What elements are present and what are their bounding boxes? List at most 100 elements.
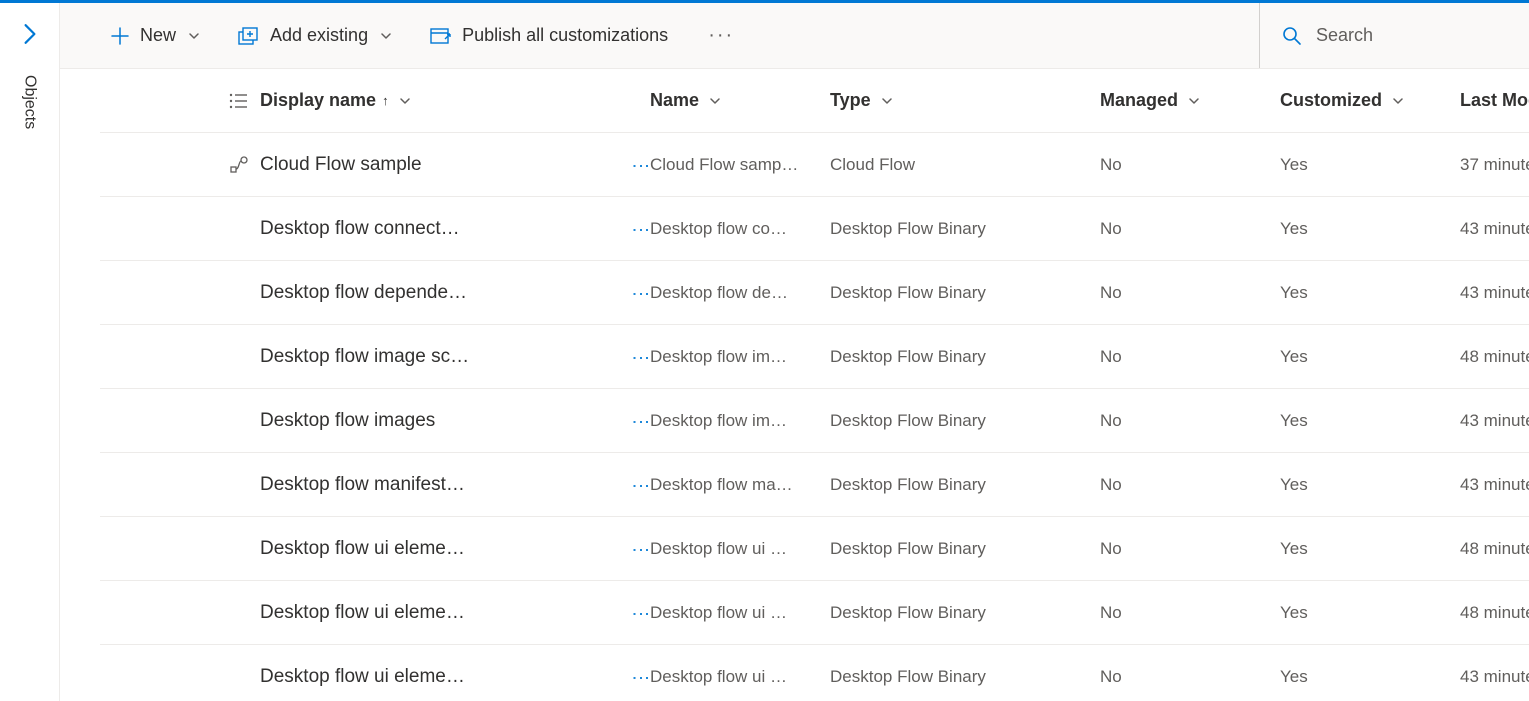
- more-vertical-icon: ⋮: [631, 605, 651, 621]
- row-type: Desktop Flow Binary: [830, 347, 1100, 367]
- more-vertical-icon: ⋮: [631, 477, 651, 493]
- row-customized: Yes: [1280, 347, 1460, 367]
- row-display-name[interactable]: Desktop flow ui eleme…: [260, 538, 590, 560]
- row-name: Cloud Flow samp…: [650, 155, 830, 175]
- sort-ascending-icon: ↑: [382, 93, 389, 108]
- column-label: Name: [650, 90, 699, 111]
- table-row[interactable]: Desktop flow manifest…⋮Desktop flow ma…D…: [100, 453, 1529, 517]
- row-actions-button[interactable]: ⋮: [590, 221, 650, 237]
- new-button[interactable]: New: [100, 17, 210, 54]
- overflow-menu-button[interactable]: ···: [696, 16, 746, 55]
- row-managed: No: [1100, 475, 1280, 495]
- column-header-type[interactable]: Type: [830, 90, 1100, 111]
- expand-sidebar-button[interactable]: [10, 11, 50, 57]
- row-customized: Yes: [1280, 411, 1460, 431]
- column-header-display-name[interactable]: Display name ↑: [260, 90, 590, 111]
- table-row[interactable]: Desktop flow depende…⋮Desktop flow de…De…: [100, 261, 1529, 325]
- add-existing-icon: [238, 26, 260, 46]
- table-row[interactable]: Desktop flow ui eleme…⋮Desktop flow ui ……: [100, 517, 1529, 581]
- row-name: Desktop flow im…: [650, 411, 830, 431]
- row-display-name[interactable]: Desktop flow ui eleme…: [260, 666, 590, 688]
- row-type: Cloud Flow: [830, 155, 1100, 175]
- row-last-modified: 43 minute: [1460, 667, 1529, 687]
- row-managed: No: [1100, 219, 1280, 239]
- row-last-modified: 43 minute: [1460, 475, 1529, 495]
- row-last-modified: 43 minute: [1460, 219, 1529, 239]
- sidebar: Objects: [0, 3, 60, 701]
- table-row[interactable]: Desktop flow ui eleme… ⋮Desktop flow ui ……: [100, 581, 1529, 645]
- row-actions-button[interactable]: ⋮: [590, 669, 650, 685]
- row-managed: No: [1100, 667, 1280, 687]
- add-existing-button[interactable]: Add existing: [228, 17, 402, 54]
- row-last-modified: 48 minute: [1460, 539, 1529, 559]
- row-display-name[interactable]: Desktop flow manifest…: [260, 474, 590, 496]
- row-name: Desktop flow de…: [650, 283, 830, 303]
- row-display-name[interactable]: Desktop flow depende…: [260, 282, 590, 304]
- row-actions-button[interactable]: ⋮: [590, 413, 650, 429]
- row-display-name[interactable]: Desktop flow image sc…: [260, 346, 590, 368]
- row-managed: No: [1100, 603, 1280, 623]
- row-customized: Yes: [1280, 539, 1460, 559]
- column-header-last-modified[interactable]: Last Mod: [1460, 90, 1529, 111]
- row-actions-button[interactable]: ⋮: [590, 157, 650, 173]
- main-content: New Add existing: [60, 3, 1529, 701]
- column-label: Display name: [260, 90, 376, 111]
- search-icon: [1282, 26, 1302, 46]
- table-row[interactable]: Cloud Flow sample⋮Cloud Flow samp…Cloud …: [100, 133, 1529, 197]
- sidebar-label-objects[interactable]: Objects: [21, 75, 39, 129]
- add-existing-label: Add existing: [270, 25, 368, 46]
- column-header-customized[interactable]: Customized: [1280, 90, 1460, 111]
- row-customized: Yes: [1280, 667, 1460, 687]
- row-actions-button[interactable]: ⋮: [590, 605, 650, 621]
- search-input[interactable]: [1316, 25, 1496, 46]
- row-managed: No: [1100, 539, 1280, 559]
- row-actions-button[interactable]: ⋮: [590, 541, 650, 557]
- more-horizontal-icon: ···: [708, 24, 734, 46]
- table-header-row: Display name ↑ Name Type Managed: [100, 69, 1529, 133]
- chevron-right-icon: [22, 23, 38, 45]
- row-managed: No: [1100, 283, 1280, 303]
- publish-label: Publish all customizations: [462, 25, 668, 46]
- publish-customizations-button[interactable]: Publish all customizations: [420, 17, 678, 54]
- chevron-down-icon: [709, 95, 721, 107]
- table-row[interactable]: Desktop flow image sc…⋮Desktop flow im…D…: [100, 325, 1529, 389]
- list-view-icon[interactable]: [160, 92, 260, 110]
- row-actions-button[interactable]: ⋮: [590, 285, 650, 301]
- table-row[interactable]: Desktop flow ui eleme…⋮Desktop flow ui ……: [100, 645, 1529, 701]
- row-type: Desktop Flow Binary: [830, 411, 1100, 431]
- row-managed: No: [1100, 347, 1280, 367]
- new-button-label: New: [140, 25, 176, 46]
- row-type-icon: [160, 156, 260, 174]
- search-container: [1259, 3, 1509, 68]
- chevron-down-icon: [881, 95, 893, 107]
- row-customized: Yes: [1280, 603, 1460, 623]
- row-actions-button[interactable]: ⋮: [590, 349, 650, 365]
- row-display-name[interactable]: Desktop flow connect…: [260, 218, 590, 240]
- row-last-modified: 48 minute: [1460, 603, 1529, 623]
- chevron-down-icon: [399, 95, 411, 107]
- command-bar: New Add existing: [60, 3, 1529, 69]
- row-actions-button[interactable]: ⋮: [590, 477, 650, 493]
- table-row[interactable]: Desktop flow connect…⋮Desktop flow co…De…: [100, 197, 1529, 261]
- row-name: Desktop flow ui …: [650, 603, 830, 623]
- column-label: Customized: [1280, 90, 1382, 111]
- row-display-name[interactable]: Cloud Flow sample: [260, 154, 590, 176]
- row-customized: Yes: [1280, 155, 1460, 175]
- more-vertical-icon: ⋮: [631, 541, 651, 557]
- flow-icon: [230, 156, 248, 174]
- more-vertical-icon: ⋮: [631, 285, 651, 301]
- row-type: Desktop Flow Binary: [830, 219, 1100, 239]
- plus-icon: [110, 26, 130, 46]
- column-header-managed[interactable]: Managed: [1100, 90, 1280, 111]
- column-header-name[interactable]: Name: [650, 90, 830, 111]
- more-vertical-icon: ⋮: [631, 221, 651, 237]
- table-row[interactable]: Desktop flow images⋮Desktop flow im…Desk…: [100, 389, 1529, 453]
- row-display-name[interactable]: Desktop flow ui eleme…: [260, 602, 590, 624]
- chevron-down-icon: [380, 30, 392, 42]
- row-display-name[interactable]: Desktop flow images: [260, 410, 590, 432]
- row-type: Desktop Flow Binary: [830, 539, 1100, 559]
- more-vertical-icon: ⋮: [631, 349, 651, 365]
- row-managed: No: [1100, 411, 1280, 431]
- row-name: Desktop flow ui …: [650, 667, 830, 687]
- row-managed: No: [1100, 155, 1280, 175]
